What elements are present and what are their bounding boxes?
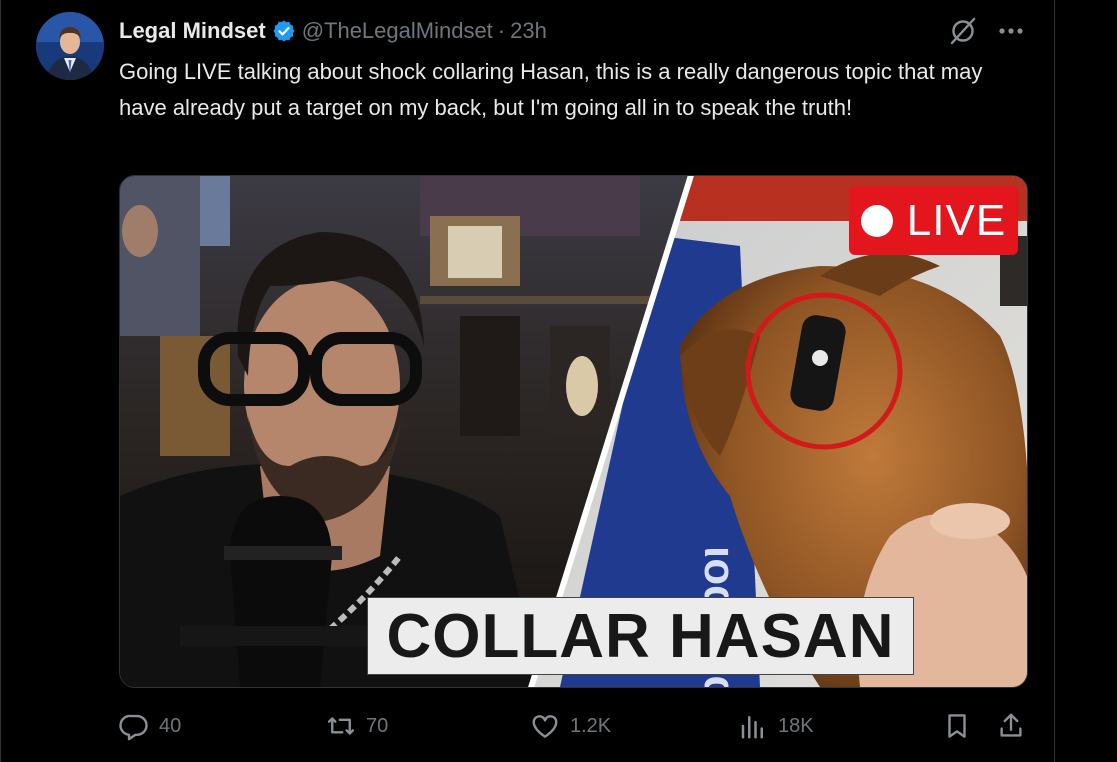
verified-badge-icon [272,19,296,43]
live-label: LIVE [906,195,1007,245]
column-border-left [0,0,1,762]
repost-icon [326,711,356,741]
tweet-header: Legal Mindset @TheLegalMindset · 23h [119,16,547,46]
reply-icon [119,711,149,741]
author-handle[interactable]: @TheLegalMindset [302,18,493,44]
grok-icon[interactable] [946,14,980,48]
share-icon [996,711,1026,741]
tweet-media[interactable]: ιοqƨɑlɑ LIVE COLLAR HASAN [119,175,1028,688]
repost-button[interactable]: 70 [326,706,388,746]
like-icon [530,711,560,741]
more-icon[interactable] [996,14,1026,48]
repost-count: 70 [366,714,389,737]
live-badge: LIVE [849,186,1018,255]
avatar[interactable] [36,12,104,80]
bookmark-button[interactable] [942,706,972,746]
views-icon [738,711,768,741]
like-button[interactable]: 1.2K [530,706,611,746]
column-border-right [1054,0,1055,762]
bookmark-icon [942,711,972,741]
tweet-text: Going LIVE talking about shock collaring… [119,59,983,120]
live-dot-icon [860,204,893,237]
reply-count: 40 [159,714,182,737]
media-caption: COLLAR HASAN [367,597,914,675]
header-separator: · [497,18,506,43]
view-count: 18K [778,714,814,737]
views-button[interactable]: 18K [738,706,814,746]
like-count: 1.2K [570,714,612,737]
author-name[interactable]: Legal Mindset [119,18,266,44]
share-button[interactable] [996,706,1026,746]
tweet-timestamp[interactable]: 23h [510,18,547,44]
reply-button[interactable]: 40 [119,706,181,746]
